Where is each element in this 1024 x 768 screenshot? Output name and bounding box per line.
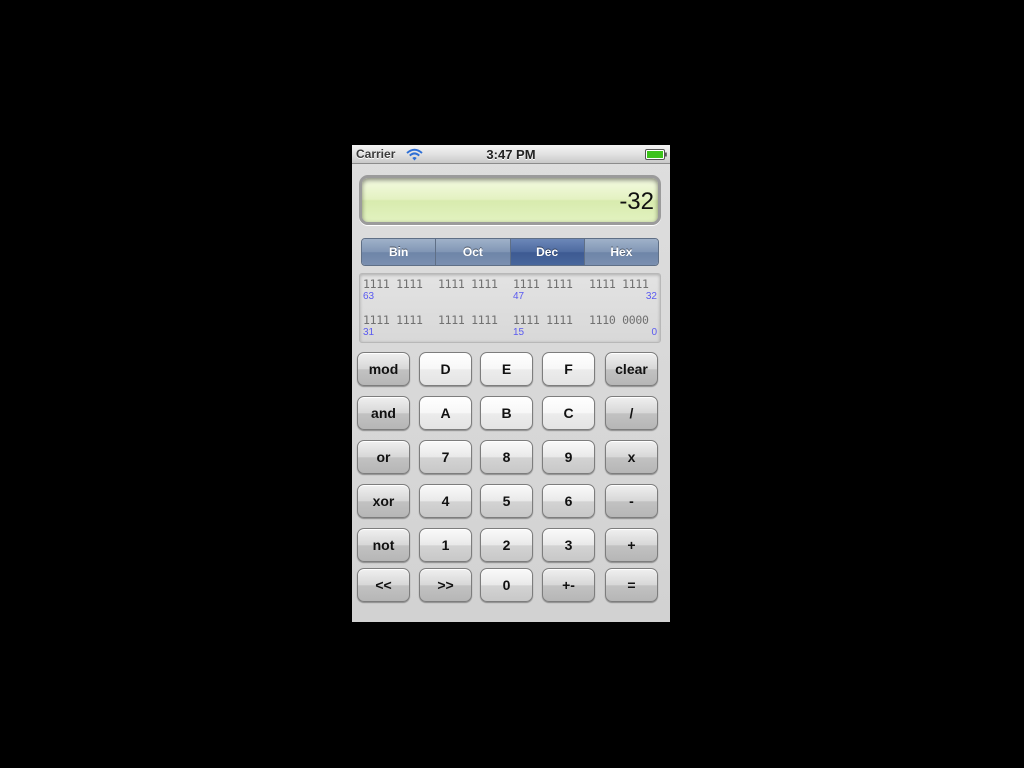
clear-button[interactable]: clear xyxy=(605,352,658,386)
hex-c-button[interactable]: C xyxy=(542,396,595,430)
shift-left-button[interactable]: << xyxy=(357,568,410,602)
digit-6-button[interactable]: 6 xyxy=(542,484,595,518)
digit-4-button[interactable]: 4 xyxy=(419,484,472,518)
multiply-button[interactable]: x xyxy=(605,440,658,474)
digit-3-button[interactable]: 3 xyxy=(542,528,595,562)
shift-right-button[interactable]: >> xyxy=(419,568,472,602)
digit-1-button[interactable]: 1 xyxy=(419,528,472,562)
subtract-button[interactable]: - xyxy=(605,484,658,518)
digit-7-button[interactable]: 7 xyxy=(419,440,472,474)
digit-8-button[interactable]: 8 xyxy=(480,440,533,474)
and-button[interactable]: and xyxy=(357,396,410,430)
mod-button[interactable]: mod xyxy=(357,352,410,386)
xor-button[interactable]: xor xyxy=(357,484,410,518)
digit-2-button[interactable]: 2 xyxy=(480,528,533,562)
divide-button[interactable]: / xyxy=(605,396,658,430)
equals-button[interactable]: = xyxy=(605,568,658,602)
keypad: mod D E F clear and A B C / or 7 8 9 x x… xyxy=(352,145,670,622)
hex-e-button[interactable]: E xyxy=(480,352,533,386)
not-button[interactable]: not xyxy=(357,528,410,562)
digit-5-button[interactable]: 5 xyxy=(480,484,533,518)
add-button[interactable]: + xyxy=(605,528,658,562)
hex-f-button[interactable]: F xyxy=(542,352,595,386)
calculator-screen: Carrier 3:47 PM -32 Bin Oct Dec Hex 1111… xyxy=(352,145,670,622)
or-button[interactable]: or xyxy=(357,440,410,474)
negate-button[interactable]: +- xyxy=(542,568,595,602)
hex-d-button[interactable]: D xyxy=(419,352,472,386)
hex-b-button[interactable]: B xyxy=(480,396,533,430)
hex-a-button[interactable]: A xyxy=(419,396,472,430)
digit-0-button[interactable]: 0 xyxy=(480,568,533,602)
digit-9-button[interactable]: 9 xyxy=(542,440,595,474)
